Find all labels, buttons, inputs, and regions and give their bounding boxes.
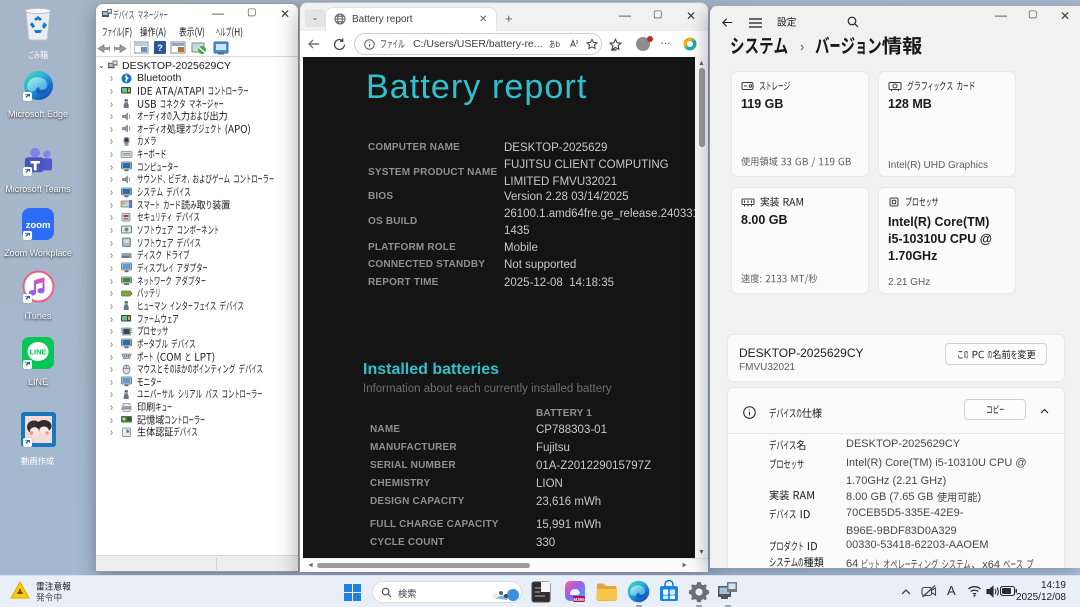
svg-text:?: ? [157, 43, 163, 53]
svg-text:zoom: zoom [26, 220, 51, 231]
svg-text:LINE: LINE [29, 348, 46, 357]
svg-text:M365: M365 [573, 597, 585, 602]
